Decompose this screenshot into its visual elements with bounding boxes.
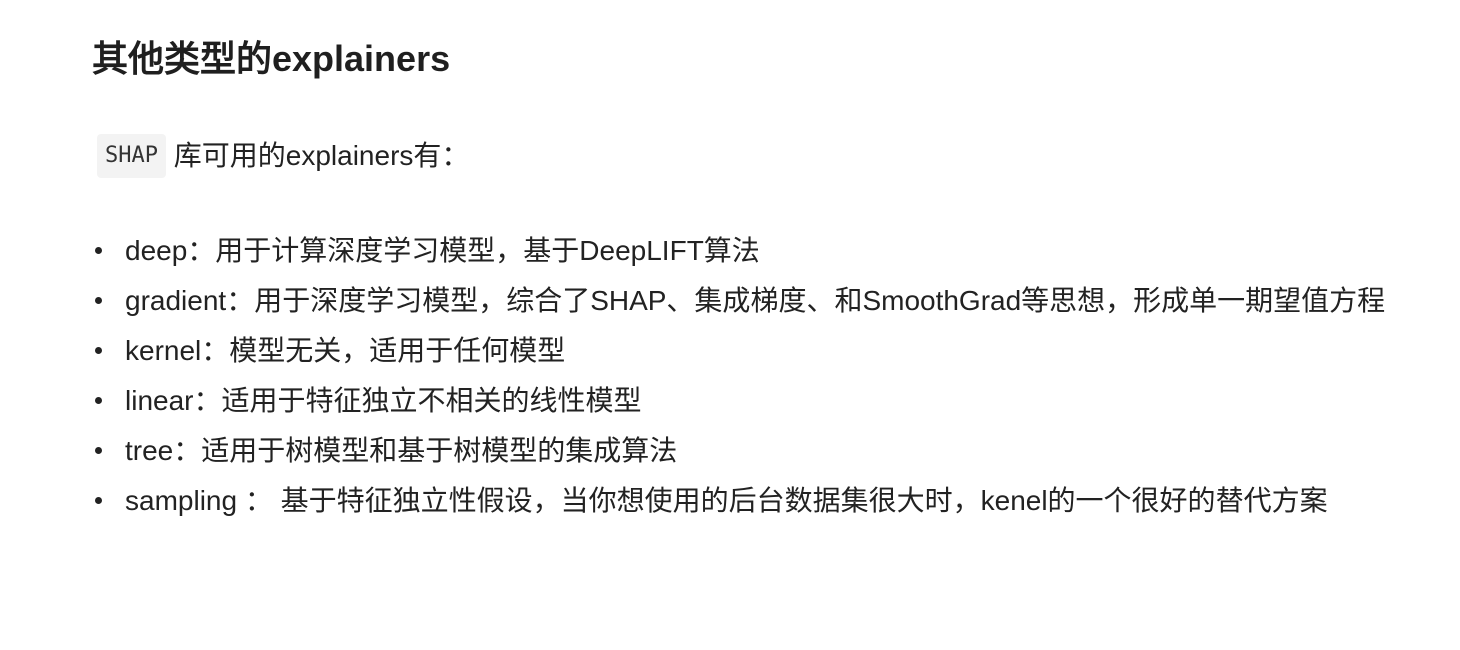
list-item-linear: linear：适用于特征独立不相关的线性模型	[92, 376, 1427, 426]
list-item-term: kernel	[125, 335, 202, 366]
bullet-icon	[95, 297, 102, 304]
list-item-description: ：用于深度学习模型，综合了SHAP、集成梯度、和SmoothGrad等思想，形成…	[226, 285, 1386, 316]
list-item-term: deep	[125, 235, 188, 266]
list-item-description: ：模型无关，适用于任何模型	[201, 335, 566, 366]
list-item-gradient: gradient：用于深度学习模型，综合了SHAP、集成梯度、和SmoothGr…	[92, 276, 1427, 326]
section-heading: 其他类型的explainers	[92, 38, 451, 79]
bullet-icon	[95, 247, 102, 254]
explainer-list: deep：用于计算深度学习模型，基于DeepLIFT算法 gradient：用于…	[92, 226, 1427, 526]
list-item-term: sampling	[125, 485, 238, 516]
bullet-icon	[95, 497, 102, 504]
inline-code-shap: SHAP	[97, 134, 166, 178]
intro-paragraph: SHAP 库可用的explainers有：	[97, 134, 469, 178]
list-item-sampling: sampling ： 基于特征独立性假设，当你想使用的后台数据集很大时，kene…	[92, 476, 1427, 526]
list-item-kernel: kernel：模型无关，适用于任何模型	[92, 326, 1427, 376]
list-item-term: tree	[125, 435, 174, 466]
bullet-icon	[95, 447, 102, 454]
list-item-description: ：用于计算深度学习模型，基于DeepLIFT算法	[187, 235, 760, 266]
list-item-term: linear	[125, 385, 194, 416]
list-item-description: ：适用于树模型和基于树模型的集成算法	[173, 435, 678, 466]
list-item-description: ： 基于特征独立性假设，当你想使用的后台数据集很大时，kenel的一个很好的替代…	[237, 485, 1328, 516]
bullet-icon	[95, 347, 102, 354]
list-item-tree: tree：适用于树模型和基于树模型的集成算法	[92, 426, 1427, 476]
list-item-term: gradient	[125, 285, 227, 316]
list-item-deep: deep：用于计算深度学习模型，基于DeepLIFT算法	[92, 226, 1427, 276]
list-item-description: ：适用于特征独立不相关的线性模型	[193, 385, 642, 416]
intro-text: 库可用的explainers有：	[173, 140, 470, 171]
bullet-icon	[95, 397, 102, 404]
